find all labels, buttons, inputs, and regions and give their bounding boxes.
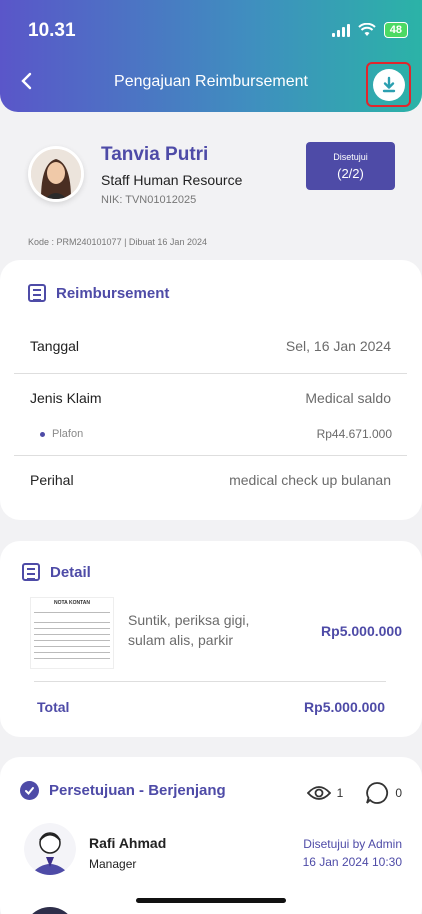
perihal-row: Perihal medical check up bulanan	[14, 456, 407, 508]
eye-icon[interactable]	[306, 784, 331, 802]
reimbursement-title-text: Reimbursement	[56, 284, 170, 302]
plafon-value: Rp44.671.000	[316, 427, 392, 441]
download-icon	[372, 68, 405, 101]
home-indicator[interactable]	[136, 898, 286, 903]
receipt-title: NOTA KONTAN	[53, 600, 90, 606]
bullet-icon	[40, 432, 45, 437]
employee-role: Staff Human Resource	[101, 172, 243, 188]
profile-section: Tanvia Putri Staff Human Resource NIK: T…	[0, 130, 422, 255]
total-value: Rp5.000.000	[304, 699, 385, 715]
page-title: Pengajuan Reimbursement	[114, 73, 308, 90]
approval-counts: 1 0	[306, 781, 402, 805]
approver-avatar	[24, 823, 76, 875]
tanggal-value: Sel, 16 Jan 2024	[285, 338, 391, 354]
detail-amount: Rp5.000.000	[321, 623, 402, 639]
reimbursement-title: Reimbursement	[28, 284, 169, 302]
reimbursement-card: Reimbursement Tanggal Sel, 16 Jan 2024 J…	[0, 260, 422, 520]
list-icon	[28, 284, 46, 302]
jenis-klaim-row: Jenis Klaim Medical saldo	[14, 374, 407, 426]
status-icons: 48	[331, 22, 408, 38]
perihal-label: Perihal	[30, 472, 74, 488]
employee-nik: NIK: TVN01012025	[101, 194, 197, 206]
detail-title-text: Detail	[50, 563, 91, 581]
approver-role: Manager	[89, 857, 137, 871]
status-count: (2/2)	[337, 166, 364, 181]
jenis-klaim-label: Jenis Klaim	[30, 390, 102, 406]
divider	[34, 681, 386, 682]
list-icon	[22, 563, 40, 581]
total-label: Total	[37, 699, 70, 715]
detail-card: Detail NOTA KONTAN Suntik, periksa gigi,…	[0, 541, 422, 737]
approver-name: Rafi Ahmad	[89, 835, 167, 851]
comment-icon[interactable]	[365, 781, 389, 805]
perihal-value: medical check up bulanan	[229, 472, 391, 488]
tanggal-label: Tanggal	[30, 338, 80, 354]
jenis-klaim-value: Medical saldo	[305, 390, 391, 406]
tanggal-row: Tanggal Sel, 16 Jan 2024	[14, 322, 407, 374]
detail-description: Suntik, periksa gigi, sulam alis, parkir	[128, 612, 250, 648]
approval-card: Persetujuan - Berjenjang 1 0 Rafi Ahmad …	[0, 757, 422, 914]
status-badge: Disetujui (2/2)	[306, 142, 395, 190]
employee-name: Tanvia Putri	[101, 144, 209, 165]
status-time: 10.31	[28, 20, 76, 41]
avatar	[28, 146, 84, 202]
request-code: Kode : PRM240101077 | Dibuat 16 Jan 2024	[28, 237, 207, 247]
download-button[interactable]	[366, 62, 411, 107]
next-approver-avatar	[24, 907, 76, 914]
check-icon	[20, 781, 39, 800]
approval-title-text: Persetujuan - Berjenjang	[49, 782, 226, 799]
approver-date: 16 Jan 2024 10:30	[302, 855, 402, 869]
wifi-icon	[358, 23, 376, 36]
views-count: 1	[336, 786, 344, 800]
comments-count: 0	[395, 786, 402, 800]
receipt-thumbnail[interactable]: NOTA KONTAN	[30, 597, 114, 669]
approver-status: Disetujui by Admin	[303, 837, 402, 851]
status-label: Disetujui	[333, 152, 368, 162]
signal-icon	[331, 23, 350, 37]
detail-title: Detail	[22, 563, 91, 581]
app-header: 10.31 48 Pengajuan Reimbursement	[0, 0, 422, 112]
approval-title: Persetujuan - Berjenjang	[20, 781, 226, 800]
plafon-label: Plafon	[52, 428, 84, 440]
battery-indicator: 48	[383, 22, 408, 38]
